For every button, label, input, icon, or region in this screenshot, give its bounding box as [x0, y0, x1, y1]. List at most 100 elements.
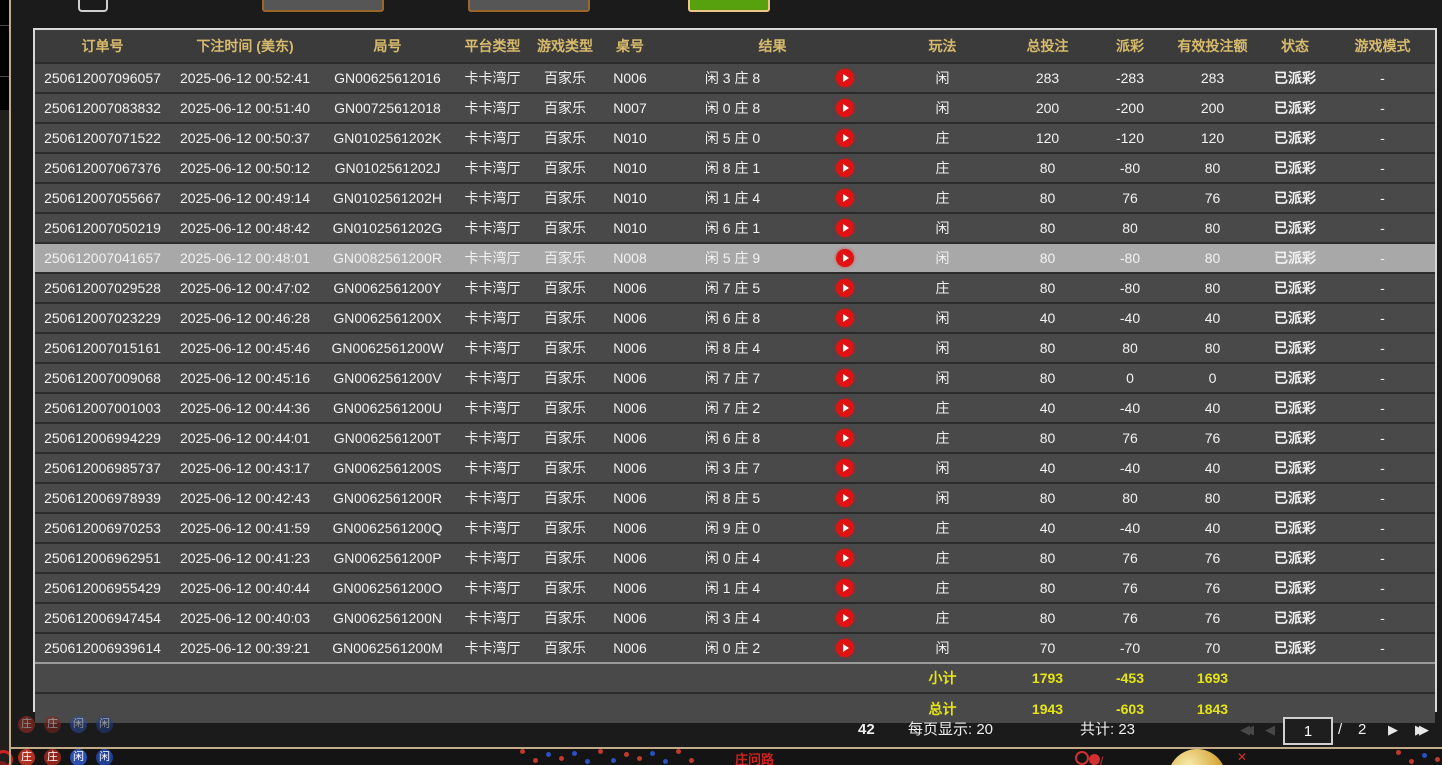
table-row[interactable]: 2506120070010032025-06-12 00:44:36GN0062…	[35, 393, 1435, 423]
replay-button[interactable]	[836, 219, 854, 237]
replay-button[interactable]	[836, 189, 854, 207]
table-row[interactable]: 2506120069396142025-06-12 00:39:21GN0062…	[35, 633, 1435, 663]
replay-button[interactable]	[836, 579, 854, 597]
replay-button[interactable]	[836, 309, 854, 327]
replay-button[interactable]	[836, 489, 854, 507]
prev-page-icon[interactable]: ◀	[1265, 713, 1275, 747]
left-edge-lower	[0, 110, 9, 765]
cell-total-bet: 120	[1000, 123, 1095, 153]
table-row[interactable]: 2506120070232292025-06-12 00:46:28GN0062…	[35, 303, 1435, 333]
last-page-icon[interactable]: ▶▶	[1415, 713, 1429, 747]
cell-payout: 80	[1095, 213, 1165, 243]
cell-result: 闲 5 庄 0	[660, 123, 805, 153]
table-row[interactable]: 2506120069857372025-06-12 00:43:17GN0062…	[35, 453, 1435, 483]
col-header-platform: 平台类型	[455, 30, 530, 63]
cell-game-mode: -	[1330, 453, 1435, 483]
cell-game-mode: -	[1330, 363, 1435, 393]
cell-valid-bet: 40	[1165, 513, 1260, 543]
table-row[interactable]: 2506120069789392025-06-12 00:42:43GN0062…	[35, 483, 1435, 513]
cell-table-no: N006	[600, 363, 660, 393]
col-header-status: 状态	[1260, 30, 1330, 63]
cell-payout: -70	[1095, 633, 1165, 663]
cell-status: 已派彩	[1260, 363, 1330, 393]
cell-game-mode: -	[1330, 303, 1435, 333]
table-row[interactable]: 2506120070151612025-06-12 00:45:46GN0062…	[35, 333, 1435, 363]
cell-platform: 卡卡湾厅	[455, 333, 530, 363]
replay-button[interactable]	[836, 429, 854, 447]
next-page-icon[interactable]: ▶	[1388, 713, 1398, 747]
table-row[interactable]: 2506120070838322025-06-12 00:51:40GN0072…	[35, 93, 1435, 123]
table-row[interactable]: 2506120069702532025-06-12 00:41:59GN0062…	[35, 513, 1435, 543]
replay-button[interactable]	[836, 69, 854, 87]
replay-button[interactable]	[836, 249, 854, 267]
cell-order-id: 250612007096057	[35, 63, 170, 93]
table-row[interactable]: 2506120070416572025-06-12 00:48:01GN0082…	[35, 243, 1435, 273]
cell-play	[805, 483, 885, 513]
cell-round-id: GN00725612018	[320, 93, 455, 123]
cell-play	[805, 603, 885, 633]
slash-icon: /	[1100, 754, 1109, 765]
table-row[interactable]: 2506120069474542025-06-12 00:40:03GN0062…	[35, 603, 1435, 633]
page-input[interactable]	[1283, 717, 1333, 745]
replay-button[interactable]	[836, 459, 854, 477]
replay-button[interactable]	[836, 99, 854, 117]
cell-bet-time: 2025-06-12 00:51:40	[170, 93, 320, 123]
play-icon	[843, 344, 849, 352]
subtotal-total-bet: 1793	[1000, 663, 1095, 693]
cell-payout: -80	[1095, 273, 1165, 303]
cell-table-no: N006	[600, 423, 660, 453]
table-row[interactable]: 2506120070556672025-06-12 00:49:14GN0102…	[35, 183, 1435, 213]
cell-bet-time: 2025-06-12 00:46:28	[170, 303, 320, 333]
replay-button[interactable]	[836, 369, 854, 387]
cell-status: 已派彩	[1260, 633, 1330, 663]
replay-button[interactable]	[836, 639, 854, 657]
table-row[interactable]: 2506120070673762025-06-12 00:50:12GN0102…	[35, 153, 1435, 183]
replay-button[interactable]	[836, 159, 854, 177]
cell-total-bet: 80	[1000, 363, 1095, 393]
cell-platform: 卡卡湾厅	[455, 213, 530, 243]
replay-button[interactable]	[836, 519, 854, 537]
table-row[interactable]: 2506120070715222025-06-12 00:50:37GN0102…	[35, 123, 1435, 153]
table-row[interactable]: 2506120069554292025-06-12 00:40:44GN0062…	[35, 573, 1435, 603]
replay-button[interactable]	[836, 279, 854, 297]
table-row[interactable]: 2506120070960572025-06-12 00:52:41GN0062…	[35, 63, 1435, 93]
toolbar-button-2[interactable]	[468, 0, 590, 12]
table-row[interactable]: 2506120070295282025-06-12 00:47:02GN0062…	[35, 273, 1435, 303]
cell-order-id: 250612007067376	[35, 153, 170, 183]
replay-button[interactable]	[836, 549, 854, 567]
cell-table-no: N006	[600, 603, 660, 633]
subtotal-row: 小计 1793 -453 1693	[35, 663, 1435, 693]
bead-dot	[520, 749, 525, 754]
cell-play-type: 庄	[885, 273, 1000, 303]
toolbar-button-1[interactable]	[262, 0, 384, 12]
col-header-result: 结果	[660, 30, 885, 63]
table-row[interactable]: 2506120069942292025-06-12 00:44:01GN0062…	[35, 423, 1435, 453]
bet-records-screen: 订单号 下注时间 (美东) 局号 平台类型 游戏类型 桌号 结果 玩法 总投注 …	[0, 0, 1442, 765]
replay-button[interactable]	[836, 129, 854, 147]
replay-button[interactable]	[836, 339, 854, 357]
confirm-button[interactable]	[688, 0, 770, 12]
cell-total-bet: 40	[1000, 393, 1095, 423]
cell-game-type: 百家乐	[530, 543, 600, 573]
table-row[interactable]: 2506120070090682025-06-12 00:45:16GN0062…	[35, 363, 1435, 393]
replay-button[interactable]	[836, 609, 854, 627]
cell-payout: 0	[1095, 363, 1165, 393]
bead-dot	[676, 749, 681, 754]
road-count: 42	[858, 713, 875, 747]
first-page-icon[interactable]: ◀◀	[1240, 713, 1254, 747]
replay-button[interactable]	[836, 399, 854, 417]
cell-game-mode: -	[1330, 513, 1435, 543]
table-row[interactable]: 2506120070502192025-06-12 00:48:42GN0102…	[35, 213, 1435, 243]
play-icon	[843, 284, 849, 292]
cell-play	[805, 363, 885, 393]
cell-platform: 卡卡湾厅	[455, 63, 530, 93]
cell-valid-bet: 76	[1165, 423, 1260, 453]
cell-round-id: GN0062561200Y	[320, 273, 455, 303]
cell-status: 已派彩	[1260, 93, 1330, 123]
cell-status: 已派彩	[1260, 573, 1330, 603]
table-row[interactable]: 2506120069629512025-06-12 00:41:23GN0062…	[35, 543, 1435, 573]
cell-valid-bet: 76	[1165, 543, 1260, 573]
cell-play	[805, 93, 885, 123]
cell-valid-bet: 80	[1165, 153, 1260, 183]
cell-play	[805, 543, 885, 573]
